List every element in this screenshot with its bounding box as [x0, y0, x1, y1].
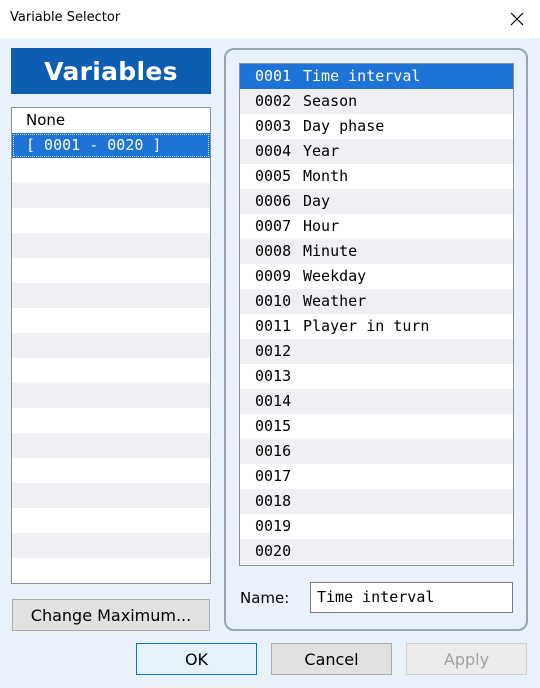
variable-id: 0015	[255, 417, 292, 435]
variable-name: Day phase	[303, 117, 385, 135]
name-label: Name:	[240, 589, 290, 607]
variable-row[interactable]: 0017	[240, 464, 513, 489]
variable-row[interactable]: 0016	[240, 439, 513, 464]
variable-row[interactable]: 0003 Day phase	[240, 114, 513, 139]
list-item[interactable]	[12, 408, 210, 433]
variable-row[interactable]: 0011 Player in turn	[240, 314, 513, 339]
variable-id: 0004	[255, 142, 292, 160]
variable-id: 0012	[255, 342, 292, 360]
list-item[interactable]	[12, 158, 210, 183]
variable-row[interactable]: 0014	[240, 389, 513, 414]
list-item[interactable]	[12, 233, 210, 258]
list-item[interactable]	[12, 333, 210, 358]
variable-id: 0001	[255, 67, 292, 85]
variable-row[interactable]: 0013	[240, 364, 513, 389]
variable-id: 0006	[255, 192, 292, 210]
ok-button[interactable]: OK	[136, 643, 257, 675]
variable-id: 0016	[255, 442, 292, 460]
close-icon	[510, 12, 524, 26]
variable-row[interactable]: 0009 Weekday	[240, 264, 513, 289]
variable-id: 0018	[255, 492, 292, 510]
variable-row[interactable]: 0019	[240, 514, 513, 539]
variable-id: 0002	[255, 92, 292, 110]
window-title: Variable Selector	[10, 10, 121, 25]
variable-name: Month	[303, 167, 349, 185]
list-item[interactable]	[12, 433, 210, 458]
change-maximum-button[interactable]: Change Maximum...	[12, 599, 210, 631]
variable-id: 0019	[255, 517, 292, 535]
variable-row[interactable]: 0012	[240, 339, 513, 364]
list-item[interactable]: [ 0001 - 0020 ]	[12, 133, 210, 158]
variable-row[interactable]: 0001 Time interval	[240, 64, 513, 89]
list-item[interactable]	[12, 208, 210, 233]
variable-name: Weekday	[303, 267, 367, 285]
variable-id: 0017	[255, 467, 292, 485]
variable-row[interactable]: 0007 Hour	[240, 214, 513, 239]
variable-id: 0011	[255, 317, 292, 335]
variable-name: Player in turn	[303, 317, 430, 335]
variable-row[interactable]: 0002 Season	[240, 89, 513, 114]
variable-id: 0013	[255, 367, 292, 385]
cancel-button[interactable]: Cancel	[271, 643, 392, 675]
list-item[interactable]	[12, 533, 210, 558]
variable-row[interactable]: 0020	[240, 539, 513, 564]
variable-name: Year	[303, 142, 340, 160]
list-item[interactable]	[12, 458, 210, 483]
list-item[interactable]	[12, 183, 210, 208]
list-item[interactable]	[12, 358, 210, 383]
variable-id: 0003	[255, 117, 292, 135]
list-item[interactable]	[12, 308, 210, 333]
variable-id: 0020	[255, 542, 292, 560]
variable-name: Weather	[303, 292, 367, 310]
title-bar: Variable Selector	[0, 0, 540, 38]
variable-groups-list[interactable]: None[ 0001 - 0020 ]	[11, 107, 211, 584]
variable-name: Hour	[303, 217, 340, 235]
variables-list[interactable]: 0001 Time interval 0002 Season 0003 Day phase…	[239, 63, 514, 566]
list-item[interactable]	[12, 383, 210, 408]
variable-row[interactable]: 0006 Day	[240, 189, 513, 214]
variable-row[interactable]: 0005 Month	[240, 164, 513, 189]
variable-name: Season	[303, 92, 358, 110]
variable-row[interactable]: 0018	[240, 489, 513, 514]
variable-row[interactable]: 0010 Weather	[240, 289, 513, 314]
variable-name: Day	[303, 192, 331, 210]
variable-row[interactable]: 0015	[240, 414, 513, 439]
variable-row[interactable]: 0004 Year	[240, 139, 513, 164]
list-item[interactable]	[12, 283, 210, 308]
variable-id: 0009	[255, 267, 292, 285]
list-item[interactable]	[12, 508, 210, 533]
variable-id: 0010	[255, 292, 292, 310]
apply-button[interactable]: Apply	[406, 643, 527, 675]
list-item[interactable]	[12, 483, 210, 508]
variable-row[interactable]: 0008 Minute	[240, 239, 513, 264]
list-item[interactable]	[12, 558, 210, 583]
variable-id: 0007	[255, 217, 292, 235]
list-item[interactable]	[12, 258, 210, 283]
list-item[interactable]: None	[12, 108, 210, 133]
variable-id: 0008	[255, 242, 292, 260]
variables-header: Variables	[11, 48, 211, 94]
close-button[interactable]	[502, 4, 532, 34]
variable-name: Time interval	[303, 67, 421, 85]
name-field[interactable]: Time interval	[310, 582, 513, 613]
variable-id: 0005	[255, 167, 292, 185]
variable-id: 0014	[255, 392, 292, 410]
variable-name: Minute	[303, 242, 358, 260]
